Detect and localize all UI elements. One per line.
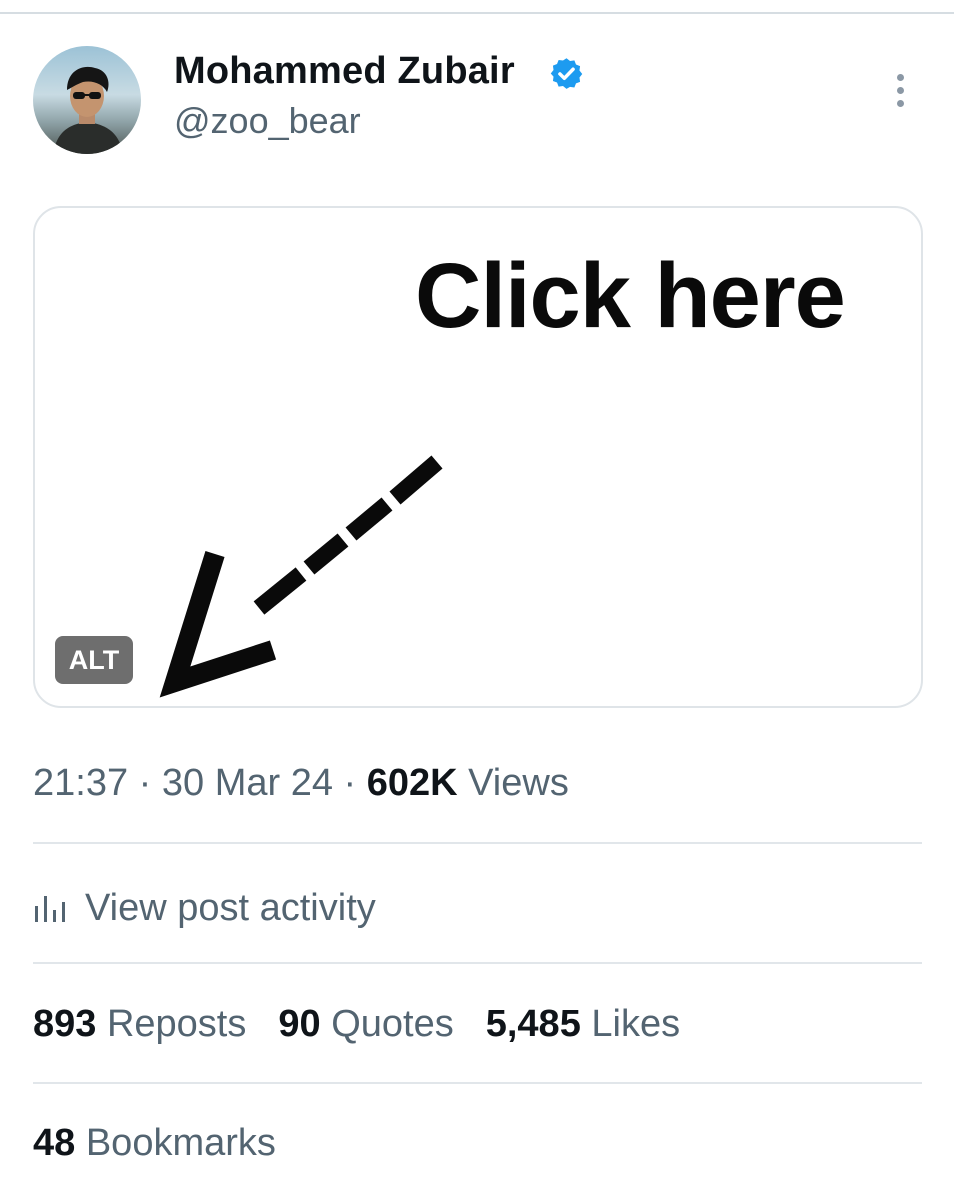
avatar-photo <box>53 66 123 154</box>
reposts-label: Reposts <box>96 1003 247 1045</box>
more-dot <box>897 100 904 107</box>
view-post-activity-link[interactable]: View post activity <box>33 883 376 933</box>
quotes-count: 90 <box>278 1003 321 1045</box>
author-handle[interactable]: @zoo_bear <box>174 100 361 142</box>
more-dot <box>897 87 904 94</box>
image-caption-text: Click here <box>415 245 846 347</box>
meta-separator: · <box>332 762 367 804</box>
post-media-image[interactable]: Click here ALT <box>33 206 923 708</box>
bookmarks-label: Bookmarks <box>75 1122 276 1164</box>
post-date[interactable]: 30 Mar 24 <box>162 762 333 804</box>
more-vertical-icon[interactable] <box>885 72 917 112</box>
reposts-count: 893 <box>33 1003 97 1045</box>
quotes-stat[interactable]: 90 Quotes <box>278 1003 453 1046</box>
author-name[interactable]: Mohammed Zubair <box>174 50 515 93</box>
verified-badge-icon <box>550 58 583 89</box>
bookmarks-count: 48 <box>33 1122 76 1164</box>
post-meta: 21:37 · 30 Mar 24 · 602K Views <box>33 762 569 805</box>
divider <box>33 1082 922 1084</box>
quotes-label: Quotes <box>320 1003 454 1045</box>
divider <box>33 842 922 844</box>
post-time[interactable]: 21:37 <box>33 762 128 804</box>
reposts-stat[interactable]: 893 Reposts <box>33 1003 246 1046</box>
top-divider <box>0 12 954 14</box>
views-label: Views <box>457 762 569 804</box>
views-count: 602K <box>366 762 458 804</box>
bookmarks-stat[interactable]: 48 Bookmarks <box>33 1122 276 1165</box>
likes-count: 5,485 <box>485 1003 581 1045</box>
author-avatar[interactable] <box>33 46 141 154</box>
alt-text-badge[interactable]: ALT <box>55 636 133 684</box>
divider <box>33 962 922 964</box>
likes-label: Likes <box>580 1003 681 1045</box>
engagement-stats: 893 Reposts 90 Quotes 5,485 Likes <box>33 1003 712 1046</box>
more-dot <box>897 74 904 81</box>
view-post-activity-label: View post activity <box>85 886 376 929</box>
bar-chart-icon <box>35 896 65 922</box>
likes-stat[interactable]: 5,485 Likes <box>486 1003 680 1046</box>
meta-separator: · <box>128 762 162 804</box>
dashed-arrow-graphic <box>159 455 443 698</box>
